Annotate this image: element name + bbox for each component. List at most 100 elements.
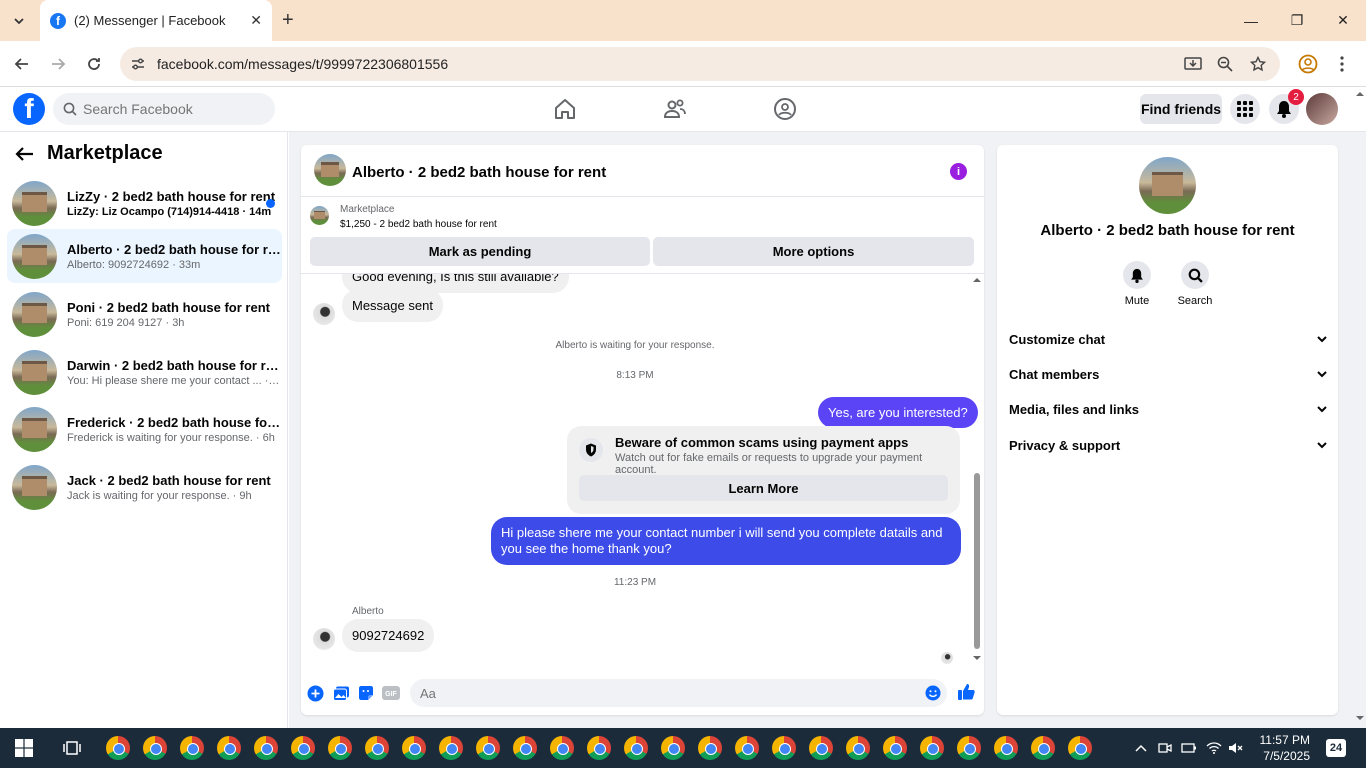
find-friends-button[interactable]: Find friends [1140,94,1222,124]
search-action[interactable]: Search [1165,261,1225,307]
more-options-button[interactable]: More options [653,237,974,266]
reload-button[interactable] [83,53,105,75]
back-button[interactable] [11,53,33,75]
mute-action[interactable]: Mute [1107,261,1167,307]
browser-menu-button[interactable] [1331,53,1353,75]
scroll-up-icon[interactable] [971,276,983,284]
scroll-up-icon[interactable] [1354,90,1366,98]
listing-price[interactable]: $1,250 - 2 bed2 bath house for rent [340,219,497,230]
chrome-taskbar-icon[interactable] [217,736,241,760]
chrome-taskbar-icon[interactable] [513,736,537,760]
scroll-down-icon[interactable] [1354,714,1366,722]
plus-icon[interactable] [306,684,324,702]
scroll-thumb[interactable] [974,473,980,649]
emoji-icon[interactable] [925,685,941,701]
chat-title[interactable]: Alberto · 2 bed2 bath house for rent [352,164,606,181]
conversation-item[interactable]: LizZy · 2 bed2 bath house for rent LizZy… [7,176,282,230]
close-window-button[interactable]: ✕ [1320,0,1366,41]
notification-center-badge[interactable]: 24 [1326,739,1346,757]
chrome-taskbar-icon[interactable] [1068,736,1092,760]
scroll-down-icon[interactable] [971,654,983,662]
chrome-taskbar-icon[interactable] [328,736,352,760]
facebook-search[interactable] [53,93,275,125]
chrome-taskbar-icon[interactable] [402,736,426,760]
restore-button[interactable]: ❐ [1274,0,1320,41]
facebook-search-input[interactable] [83,101,263,117]
privacy-support-section[interactable]: Privacy & support [1009,435,1327,455]
task-view-icon[interactable] [60,728,84,768]
chrome-taskbar-icon[interactable] [180,736,204,760]
site-settings-icon[interactable] [128,54,148,74]
zoom-icon[interactable] [1215,54,1235,74]
chrome-taskbar-icon[interactable] [994,736,1018,760]
message-input-box[interactable] [410,679,947,707]
chrome-taskbar-icon[interactable] [365,736,389,760]
conversation-item-selected[interactable]: Alberto · 2 bed2 bath house for rent Alb… [7,229,282,283]
groups-nav-icon[interactable] [773,97,797,121]
volume-muted-icon[interactable] [1227,728,1245,768]
media-files-links-section[interactable]: Media, files and links [1009,399,1327,419]
install-app-icon[interactable] [1183,54,1203,74]
conversation-item[interactable]: Jack · 2 bed2 bath house for rent Jack i… [7,460,282,514]
contact-avatar[interactable] [313,628,335,650]
chrome-taskbar-icon[interactable] [735,736,759,760]
chat-members-section[interactable]: Chat members [1009,364,1327,384]
minimize-button[interactable]: — [1228,0,1274,41]
account-avatar[interactable] [1306,93,1338,125]
page-scrollbar[interactable] [1354,88,1366,728]
address-bar[interactable]: facebook.com/messages/t/9999722306801556 [120,47,1280,81]
battery-icon[interactable] [1180,728,1198,768]
sticker-icon[interactable] [357,684,375,702]
customize-chat-section[interactable]: Customize chat [1009,329,1327,349]
contact-avatar[interactable] [313,303,335,325]
new-tab-button[interactable]: + [282,9,294,32]
chrome-taskbar-icon[interactable] [624,736,648,760]
listing-profile-picture[interactable] [1139,157,1196,214]
conversation-item[interactable]: Poni · 2 bed2 bath house for rent Poni: … [7,287,282,341]
tab-close-icon[interactable]: ✕ [250,12,262,29]
chrome-taskbar-icon[interactable] [846,736,870,760]
chrome-taskbar-icon[interactable] [698,736,722,760]
chrome-taskbar-icon[interactable] [920,736,944,760]
gif-icon[interactable]: GIF [382,684,400,702]
browser-tab-messenger[interactable]: f (2) Messenger | Facebook ✕ [40,0,272,41]
chrome-taskbar-icon[interactable] [439,736,463,760]
chrome-taskbar-icon[interactable] [291,736,315,760]
mark-as-pending-button[interactable]: Mark as pending [310,237,650,266]
friends-nav-icon[interactable] [663,97,687,121]
facebook-logo[interactable]: f [13,93,45,125]
meet-now-icon[interactable] [1156,728,1174,768]
conversation-item[interactable]: Frederick · 2 bed2 bath house for r... F… [7,402,282,456]
tray-chevron-up-icon[interactable] [1132,728,1150,768]
learn-more-button[interactable]: Learn More [579,475,948,501]
chrome-taskbar-icon[interactable] [143,736,167,760]
chrome-taskbar-icon[interactable] [476,736,500,760]
menu-grid-button[interactable] [1230,94,1260,124]
home-nav-icon[interactable] [553,97,577,121]
chrome-taskbar-icon[interactable] [772,736,796,760]
chrome-taskbar-icon[interactable] [550,736,574,760]
taskbar-clock[interactable]: 11:57 PM 7/5/2025 [1254,732,1310,764]
chrome-taskbar-icon[interactable] [809,736,833,760]
message-scrollbar[interactable] [971,274,983,669]
chrome-taskbar-icon[interactable] [883,736,907,760]
bookmark-star-icon[interactable] [1248,54,1268,74]
chat-listing-thumbnail[interactable] [314,154,346,186]
photo-icon[interactable] [332,684,350,702]
wifi-icon[interactable] [1205,728,1223,768]
conversation-item[interactable]: Darwin · 2 bed2 bath house for rent You:… [7,345,282,399]
windows-start-icon[interactable] [12,728,36,768]
profile-button[interactable] [1297,53,1319,75]
info-icon[interactable]: i [950,163,967,180]
message-input[interactable] [410,679,890,707]
chrome-taskbar-icon[interactable] [957,736,981,760]
listing-small-thumbnail[interactable] [310,206,329,225]
chrome-taskbar-icon[interactable] [661,736,685,760]
chrome-taskbar-icon[interactable] [587,736,611,760]
back-arrow-icon[interactable] [15,146,35,162]
tab-list-button[interactable] [8,10,30,32]
chrome-taskbar-icon[interactable] [1031,736,1055,760]
chrome-taskbar-icon[interactable] [106,736,130,760]
forward-button[interactable] [47,53,69,75]
chrome-taskbar-icon[interactable] [254,736,278,760]
